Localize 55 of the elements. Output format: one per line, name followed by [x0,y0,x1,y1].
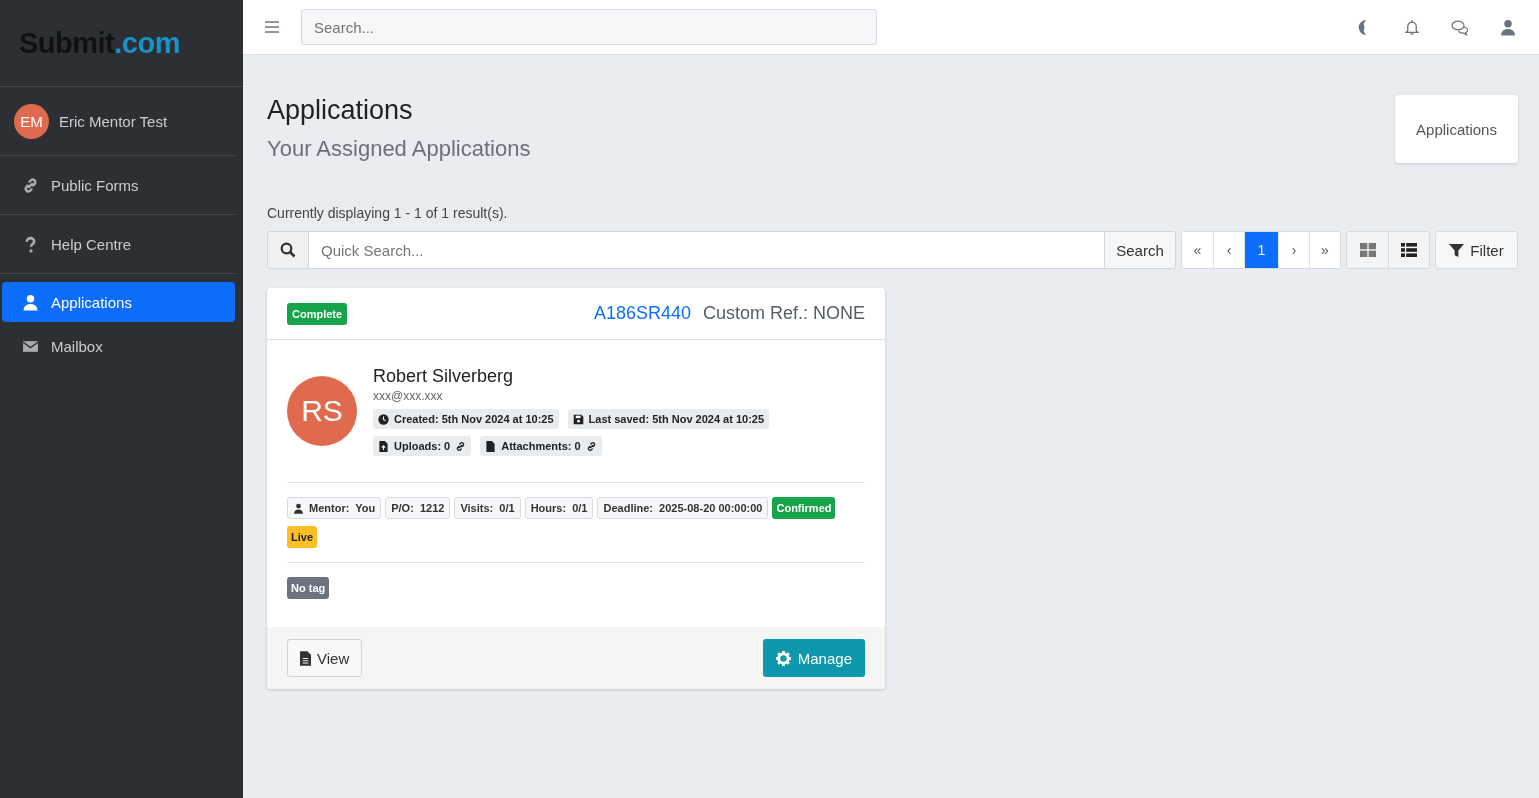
file-upload-icon [378,440,389,452]
bell-icon[interactable] [1403,18,1421,36]
detail-badge: Hours: 0/1 [524,497,594,519]
detail-badge: P/O: 1212 [385,497,451,519]
link-icon[interactable] [585,440,597,452]
clock-icon [378,413,389,425]
page-title: Applications [267,95,414,126]
page-link[interactable]: 1 [1244,232,1278,268]
avatar: EM [14,103,49,139]
search-field[interactable]: Search... [301,9,877,45]
sidebar-item[interactable]: Mailbox [0,326,235,366]
breadcrumb-card: Applications [1395,95,1518,163]
list-view-button[interactable] [1388,232,1429,268]
grid-view-button[interactable] [1347,232,1388,268]
funnel-icon [1449,242,1465,258]
applicant-email: xxx@xxx.xxx [373,389,444,403]
gear-icon [775,650,791,666]
list-icon [1401,243,1417,257]
detail-badge: Visits: 0/1 [454,497,521,519]
page-subtitle: Your Assigned Applications [267,136,531,162]
reference-link[interactable]: A186SR440 [593,303,691,324]
user-name: Eric Mentor Test [59,112,168,130]
user-icon [293,502,304,514]
avatar: RS [287,376,357,446]
file-icon [485,440,497,452]
state-badge: Confirmed [772,497,836,519]
page-link[interactable]: « [1182,232,1213,268]
chat-icon[interactable] [1451,18,1469,36]
file-icon [300,650,311,666]
link-icon[interactable] [455,440,467,452]
detail-badge: Mentor: You [287,497,382,519]
page-link[interactable]: ‹ [1213,232,1244,268]
link-icon [22,176,39,194]
custom-ref: Custom Ref.: NONE [702,303,865,324]
info-badge: Attachments: 0 [480,436,602,456]
detail-badge: Deadline: 2025-08-20 00:00:00 [597,497,769,519]
info-badge: Created: 5th Nov 2024 at 10:25 [373,409,559,429]
info-badge: Uploads: 0 [373,436,472,456]
menu-icon[interactable] [265,21,279,33]
user-icon[interactable] [1499,18,1517,36]
tag-badge: No tag [287,577,330,599]
grid-icon [1359,243,1376,257]
sidebar-item[interactable]: Public Forms [0,156,235,215]
sidebar-item[interactable]: Help Centre [0,215,235,274]
info-badge: Last saved: 5th Nov 2024 at 10:25 [567,409,770,429]
state-badge: Live [287,526,317,548]
result-count: Currently displaying 1 - 1 of 1 result(s). [267,205,509,221]
status-badge: Complete [287,302,348,325]
view-button[interactable]: View [287,639,363,677]
filter-button[interactable]: Filter [1435,231,1518,269]
page-link[interactable]: » [1309,232,1340,268]
page-link[interactable]: › [1278,232,1309,268]
sidebar-item[interactable]: Applications [2,282,235,322]
user-icon [22,293,39,311]
applicant-name: Robert Silverberg [373,366,515,387]
